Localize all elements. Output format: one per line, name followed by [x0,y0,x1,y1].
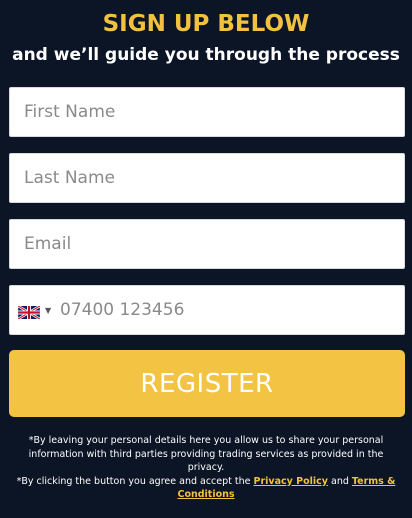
page-subtitle: and we’ll guide you through the process [12,45,400,65]
phone-number-input[interactable] [60,286,390,334]
last-name-field[interactable] [9,153,405,203]
disclaimer-consent-text: *By clicking the button you agree and ac… [16,475,396,501]
phone-field: ▼ [9,285,405,335]
country-code-select[interactable]: ▼ [17,303,62,321]
uk-flag-icon [17,304,41,323]
disclaimer-privacy-text: *By leaving your personal details here y… [28,435,384,473]
email-field[interactable] [9,219,405,269]
chevron-down-icon: ▼ [45,306,52,315]
first-name-field[interactable] [9,87,405,137]
disclaimer: *By leaving your personal details here y… [10,434,402,502]
register-button[interactable]: REGISTER [9,350,405,417]
signup-panel: SIGN UP BELOW and we’ll guide you throug… [0,0,412,518]
page-title: SIGN UP BELOW [102,11,310,37]
privacy-policy-link[interactable]: Privacy Policy [254,476,328,487]
